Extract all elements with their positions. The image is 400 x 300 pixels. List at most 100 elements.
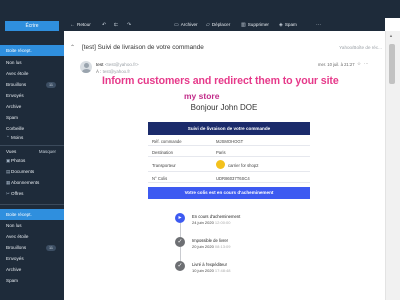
- sender-name: test: [96, 62, 104, 67]
- step-title: Livré à l'expéditeur: [192, 262, 228, 267]
- recipient-prefix: À :: [96, 69, 102, 74]
- sidebar-item-inbox-2[interactable]: Boite récept.: [0, 209, 64, 220]
- more-button[interactable]: ···: [316, 18, 323, 31]
- truck-icon: ▸: [175, 213, 185, 223]
- sidebar-item-drafts[interactable]: Brouillons 11: [0, 79, 64, 90]
- sender-line: test <test@yahoo.fr>: [96, 62, 139, 67]
- sidebar-item-sent-2[interactable]: Envoyés: [0, 253, 64, 264]
- sidebar-item-less[interactable]: ⌃Moins: [0, 132, 64, 143]
- avatar: [80, 61, 92, 73]
- sidebar-item-documents[interactable]: ▤Documents: [0, 166, 64, 177]
- sidebar-divider: [0, 145, 64, 146]
- sidebar-item-spam[interactable]: Spam: [0, 112, 64, 123]
- sidebar-item-label: Photos: [11, 158, 26, 163]
- message-subject: [test] Suivi de livraison de votre comma…: [82, 44, 204, 51]
- sidebar-item-drafts-2[interactable]: Brouillons 11: [0, 242, 64, 253]
- star-icon[interactable]: ☆: [357, 61, 361, 67]
- sidebar-item-photos[interactable]: ▣Photos: [0, 155, 64, 166]
- status-bar: Votre colis est en cours d'acheminement: [148, 187, 310, 199]
- back-button[interactable]: ← Retour: [70, 18, 91, 31]
- step-date: 10 juin 2020 17:48:48: [192, 268, 231, 273]
- greeting: Bonjour John DOE: [190, 103, 258, 112]
- sidebar-item-unread[interactable]: Non lus: [0, 57, 64, 68]
- compose-button[interactable]: Écrire: [5, 21, 59, 31]
- sidebar-item-label: Envoyés: [6, 93, 24, 98]
- step-time: 12:00:00: [214, 219, 231, 225]
- row-value: UDR86037T6SC4: [216, 175, 250, 181]
- back-label: Retour: [77, 22, 91, 27]
- sidebar-item-label: Avec étoile: [6, 71, 29, 76]
- sender-email: <test@yahoo.fr>: [104, 62, 139, 67]
- sidebar-item-label: Envoyés: [6, 256, 24, 261]
- reply-all-button[interactable]: ⇇: [114, 18, 120, 31]
- sidebar-divider: [0, 204, 64, 205]
- row-value: MJSMOHOGT: [216, 138, 244, 144]
- sidebar-item-label: Brouillons: [6, 245, 27, 250]
- step-time: 08:13:09: [214, 243, 231, 249]
- arrow-left-icon: ←: [70, 22, 75, 28]
- sidebar-item-sent[interactable]: Envoyés: [0, 90, 64, 101]
- collapse-arrow-icon[interactable]: ⌃: [70, 44, 75, 51]
- sidebar-item-archive[interactable]: Archive: [0, 101, 64, 112]
- row-value: Paris: [216, 149, 226, 155]
- sidebar-item-label: Brouillons: [6, 82, 27, 87]
- spam-label: Spam: [284, 22, 297, 27]
- timeline-step: ✓ Impossible de livrer 20 juin 2020 08:1…: [175, 237, 305, 255]
- sidebar-item-offers[interactable]: ✂Offres: [0, 188, 64, 199]
- reply-icon: ↶: [102, 22, 107, 28]
- sidebar-item-label: Boite récept.: [6, 212, 32, 217]
- sidebar-item-label: Abonnements: [11, 180, 40, 185]
- forward-button[interactable]: ↷: [127, 18, 133, 31]
- sidebar-item-label: Archive: [6, 104, 22, 109]
- more-icon: ···: [316, 22, 321, 28]
- sidebar-item-inbox[interactable]: Boite récept.: [0, 45, 64, 56]
- sidebar-item-subscriptions[interactable]: ▦Abonnements: [0, 177, 64, 188]
- sidebar-item-starred-2[interactable]: Avec étoile: [0, 231, 64, 242]
- promo-banner: Inform customers and redirect them to yo…: [102, 75, 339, 87]
- step-date-value: 24 juin 2020: [192, 219, 214, 225]
- delete-button[interactable]: ▥ Supprimer: [241, 18, 269, 31]
- archive-button[interactable]: ▭ Archiver: [174, 18, 198, 31]
- sidebar-item-archive-2[interactable]: Archive: [0, 264, 64, 275]
- scroll-up-icon[interactable]: ▲: [389, 33, 393, 38]
- sidebar: Écrire Boite récept. Non lus Avec étoile…: [0, 18, 64, 300]
- trash-icon: ▥: [241, 22, 246, 28]
- move-label: Déplacer: [211, 22, 231, 27]
- sidebar-item-label: Offres: [11, 191, 24, 196]
- top-header-bar: [0, 0, 400, 18]
- spam-button[interactable]: ◈ Spam: [279, 18, 297, 31]
- row-key: N° Colis: [152, 175, 168, 181]
- sidebar-item-unread-2[interactable]: Non lus: [0, 220, 64, 231]
- sidebar-item-starred[interactable]: Avec étoile: [0, 68, 64, 79]
- folder-icon: ▱: [206, 22, 210, 28]
- sidebar-item-label: Boite récept.: [6, 48, 32, 53]
- archive-label: Archiver: [180, 22, 198, 27]
- sidebar-item-spam-2[interactable]: Spam: [0, 275, 64, 286]
- check-icon: ✓: [175, 237, 185, 247]
- message-date: mer. 10 juil. à 21:27: [318, 62, 355, 67]
- row-value: carrier for shop2: [228, 162, 259, 168]
- sidebar-item-label: Documents: [11, 169, 35, 174]
- step-title: En cours d'acheminement: [192, 214, 241, 219]
- views-hide-link[interactable]: Masquer: [39, 149, 56, 154]
- drafts-count-badge: 11: [46, 244, 56, 251]
- shield-icon: ◈: [279, 22, 283, 28]
- timeline-step: ✓ Livré à l'expéditeur 10 juin 2020 17:4…: [175, 261, 305, 279]
- tracking-table-title: Suivi de livraison de votre commande: [148, 122, 310, 135]
- reply-all-icon: ⇇: [114, 22, 119, 28]
- more-vertical-icon[interactable]: ⋯: [364, 61, 369, 67]
- carrier-logo-icon: [216, 159, 225, 169]
- move-button[interactable]: ▱ Déplacer: [206, 18, 230, 31]
- folder-hint: Yahoo/Boîte de réc...: [339, 45, 382, 50]
- sidebar-item-label: Non lus: [6, 60, 22, 65]
- step-date-value: 20 juin 2020: [192, 243, 214, 249]
- archive-icon: ▭: [174, 22, 179, 28]
- drafts-count-badge: 11: [46, 81, 56, 88]
- timeline-step: ▸ En cours d'acheminement 24 juin 2020 1…: [175, 213, 305, 231]
- sidebar-item-label: Non lus: [6, 223, 22, 228]
- step-date-value: 10 juin 2020: [192, 267, 214, 273]
- sidebar-item-label: Archive: [6, 267, 22, 272]
- table-row: N° Colis UDR86037T6SC4: [148, 172, 310, 183]
- reply-button[interactable]: ↶: [102, 18, 108, 31]
- message-toolbar: ← Retour ↶ ⇇ ↷ ▭ Archiver ▱ Déplacer ▥ Suppr…: [64, 18, 385, 31]
